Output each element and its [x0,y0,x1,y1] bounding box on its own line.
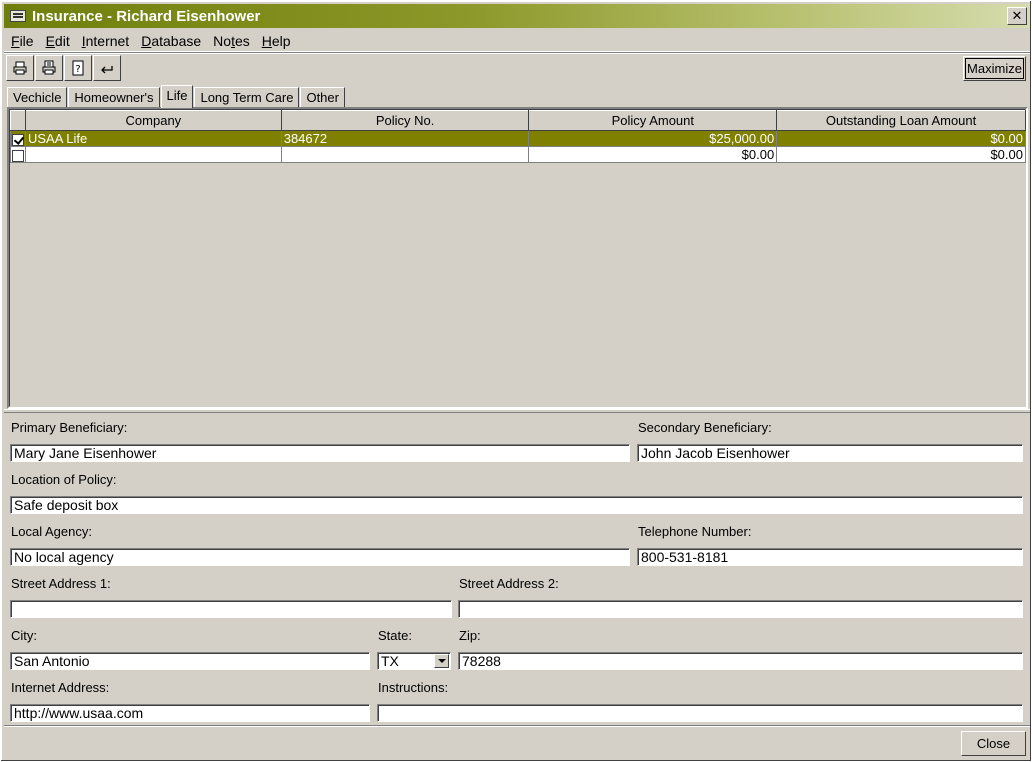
tab-other[interactable]: Other [300,87,345,107]
back-arrow-icon [101,66,113,74]
location-field[interactable]: Safe deposit box [10,496,1023,514]
row-checkbox[interactable] [11,149,24,162]
menu-help[interactable]: Help [256,33,297,49]
state-value: TX [381,653,399,669]
zip-field[interactable]: 78288 [458,652,1023,670]
column-header-company[interactable]: Company [24,110,282,131]
cell-company[interactable]: USAA Life [24,130,282,147]
internet-address-field[interactable]: http://www.usaa.com [10,704,370,722]
table-row[interactable]: $0.00 $0.00 [10,146,1026,163]
footer-separator [4,725,1030,727]
telephone-label: Telephone Number: [638,524,752,539]
primary-beneficiary-field[interactable]: Mary Jane Eisenhower [10,444,630,462]
street-address-2-field[interactable] [458,600,1023,618]
instructions-label: Instructions: [378,680,449,695]
maximize-button[interactable]: Maximize [963,56,1026,81]
back-button[interactable] [93,55,121,81]
street-address-2-label: Street Address 2: [459,576,559,591]
policy-grid[interactable]: Company Policy No. Policy Amount Outstan… [7,107,1028,409]
row-checkbox[interactable] [11,133,24,146]
secondary-beneficiary-label: Secondary Beneficiary: [638,420,772,435]
tab-strip: Vechicle Homeowner's Life Long Term Care… [7,85,346,108]
title-bar[interactable]: Insurance - Richard Eisenhower ✕ [4,4,1030,28]
table-row[interactable]: USAA Life 384672 $25,000.00 $0.00 [10,130,1026,147]
tab-vehicle[interactable]: Vechicle [7,87,68,107]
tab-long-term-care[interactable]: Long Term Care [194,87,300,107]
state-select[interactable]: TX [377,652,451,670]
menu-notes[interactable]: Notes [207,33,256,49]
help-icon: ? [72,60,84,76]
secondary-beneficiary-field[interactable]: John Jacob Eisenhower [637,444,1023,462]
menu-edit[interactable]: Edit [40,33,76,49]
street-address-1-field[interactable] [10,600,452,618]
cell-policy-amount[interactable]: $25,000.00 [528,130,778,147]
city-field[interactable]: San Antonio [10,652,370,670]
app-icon [10,10,26,22]
column-header-policy-no[interactable]: Policy No. [280,110,530,131]
window-close-button[interactable]: ✕ [1007,7,1027,25]
menu-database[interactable]: Database [135,33,207,49]
column-header-policy-amount[interactable]: Policy Amount [528,110,778,131]
help-button[interactable]: ? [64,55,92,81]
local-agency-label: Local Agency: [11,524,92,539]
telephone-field[interactable]: 800-531-8181 [637,548,1023,566]
local-agency-field[interactable]: No local agency [10,548,630,566]
state-label: State: [378,628,412,643]
chevron-down-icon[interactable] [434,654,449,668]
close-icon: ✕ [1011,8,1023,24]
menu-internet[interactable]: Internet [76,33,135,49]
svg-text:?: ? [75,64,80,75]
menu-file[interactable]: File [4,33,40,49]
instructions-field[interactable] [377,704,1023,722]
cell-company[interactable] [24,146,282,163]
zip-label: Zip: [459,628,481,643]
column-header-select[interactable] [10,110,26,131]
internet-address-label: Internet Address: [11,680,110,695]
print-button[interactable] [6,55,34,81]
close-button[interactable]: Close [961,731,1026,756]
city-label: City: [11,628,37,643]
street-address-1-label: Street Address 1: [11,576,111,591]
print-preview-icon [42,60,56,75]
primary-beneficiary-label: Primary Beneficiary: [11,420,128,435]
print-icon [13,61,27,75]
cell-outstanding-loan[interactable]: $0.00 [776,130,1026,147]
tab-homeowners[interactable]: Homeowner's [68,87,160,107]
cell-policy-amount[interactable]: $0.00 [528,146,778,163]
tab-life[interactable]: Life [160,85,194,108]
splitter[interactable] [4,409,1030,413]
print-preview-button[interactable] [35,55,63,81]
column-header-outstanding-loan[interactable]: Outstanding Loan Amount [776,110,1026,131]
cell-policy-no[interactable]: 384672 [280,130,530,147]
toolbar: ? [6,55,122,81]
cell-policy-no[interactable] [280,146,530,163]
menu-separator [4,52,1030,54]
insurance-window: Insurance - Richard Eisenhower ✕ File Ed… [0,0,1032,762]
window-title: Insurance - Richard Eisenhower [32,7,261,25]
cell-outstanding-loan[interactable]: $0.00 [776,146,1026,163]
menu-bar: File Edit Internet Database Notes Help [4,30,1030,52]
location-label: Location of Policy: [11,472,117,487]
